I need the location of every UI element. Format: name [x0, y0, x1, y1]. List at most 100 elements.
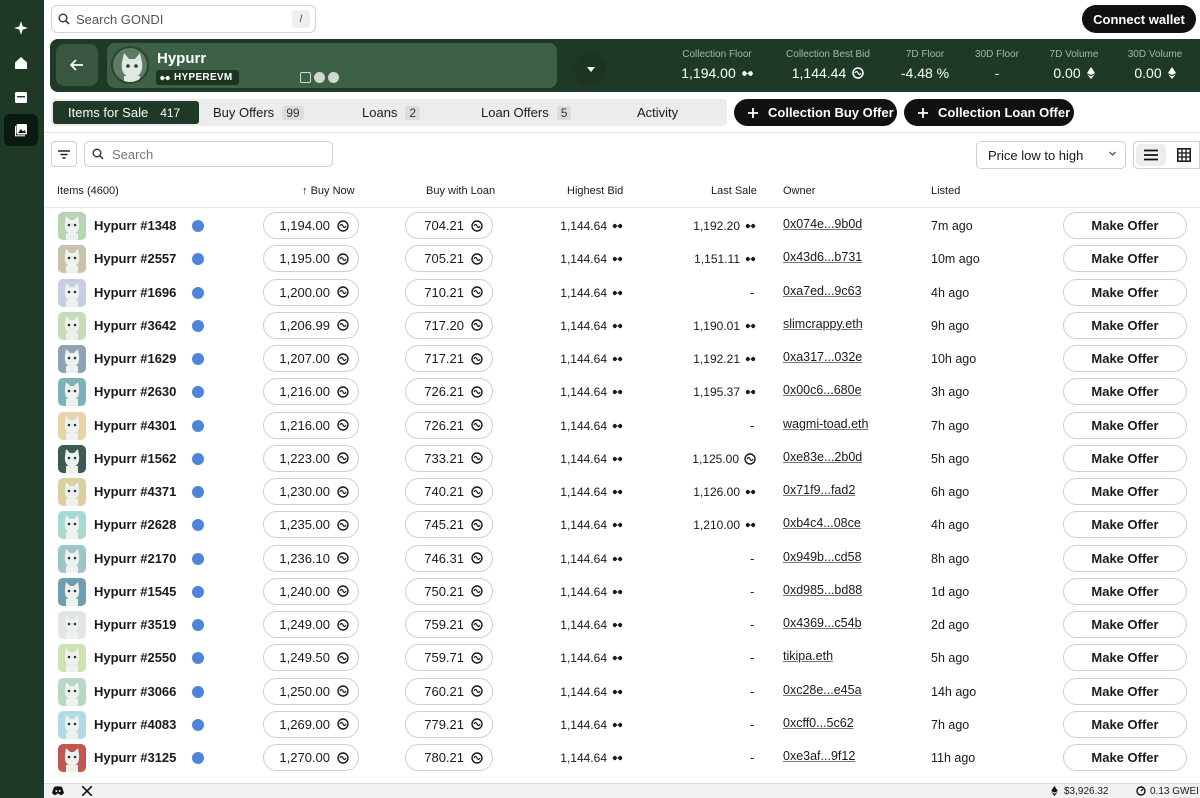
table-row[interactable]: Hypurr #3066 1,250.00 760.21 1,144.64 - 0xc28… — [44, 675, 1200, 708]
buy-now-button[interactable]: 1,206.99 — [263, 311, 359, 339]
buy-now-button[interactable]: 1,249.50 — [263, 644, 359, 672]
buy-with-loan-button[interactable]: 750.21 — [405, 577, 493, 605]
buy-now-button[interactable]: 1,195.00 — [263, 245, 359, 273]
make-offer-button[interactable]: Make Offer — [1063, 278, 1187, 306]
item-name[interactable]: Hypurr #3125 — [94, 750, 176, 765]
items-search-input[interactable] — [112, 146, 312, 162]
table-row[interactable]: Hypurr #3125 1,270.00 780.21 1,144.64 - 0xe3a… — [44, 741, 1200, 774]
make-offer-button[interactable]: Make Offer — [1063, 511, 1187, 539]
filter-button[interactable] — [51, 141, 77, 167]
buy-now-button[interactable]: 1,236.10 — [263, 544, 359, 572]
header-items[interactable]: Items (4600) — [57, 185, 119, 197]
table-row[interactable]: Hypurr #1348 1,194.00 704.21 1,144.64 1,192.… — [44, 209, 1200, 242]
header-buy-now[interactable]: ↑ Buy Now — [302, 185, 355, 197]
item-thumbnail[interactable] — [58, 212, 86, 240]
item-thumbnail[interactable] — [58, 278, 86, 307]
copy-icon[interactable] — [300, 72, 311, 83]
item-name[interactable]: Hypurr #4301 — [94, 418, 176, 433]
table-row[interactable]: Hypurr #3642 1,206.99 717.20 1,144.64 1,190.… — [44, 309, 1200, 342]
tab-items-for-sale[interactable]: Items for Sale 417 — [53, 101, 200, 124]
item-name[interactable]: Hypurr #2630 — [94, 384, 176, 399]
collection-dropdown-button[interactable] — [574, 53, 607, 86]
make-offer-button[interactable]: Make Offer — [1063, 411, 1187, 439]
item-thumbnail[interactable] — [58, 311, 86, 340]
store-icon[interactable] — [4, 81, 38, 113]
owner-link[interactable]: 0x074e...9b0d — [783, 217, 862, 231]
make-offer-button[interactable]: Make Offer — [1063, 611, 1187, 638]
item-name[interactable]: Hypurr #2557 — [94, 251, 176, 266]
buy-with-loan-button[interactable]: 780.21 — [405, 744, 493, 771]
buy-now-button[interactable]: 1,235.00 — [263, 511, 359, 539]
buy-with-loan-button[interactable]: 779.21 — [405, 710, 493, 738]
item-thumbnail[interactable] — [58, 411, 86, 440]
make-offer-button[interactable]: Make Offer — [1063, 212, 1187, 239]
buy-with-loan-button[interactable]: 759.71 — [405, 644, 493, 672]
buy-now-button[interactable]: 1,269.00 — [263, 710, 359, 738]
buy-with-loan-button[interactable]: 746.31 — [405, 544, 493, 572]
sparkle-icon[interactable] — [4, 12, 38, 44]
buy-now-button[interactable]: 1,223.00 — [263, 444, 359, 472]
owner-link[interactable]: tikipa.eth — [783, 649, 833, 663]
item-name[interactable]: Hypurr #1629 — [94, 351, 176, 366]
owner-link[interactable]: 0x00c6...680e — [783, 383, 862, 397]
owner-link[interactable]: 0xa7ed...9c63 — [783, 284, 862, 298]
table-row[interactable]: Hypurr #1562 1,223.00 733.21 1,144.64 1,125.… — [44, 442, 1200, 475]
owner-link[interactable]: 0x4369...c54b — [783, 616, 862, 630]
make-offer-button[interactable]: Make Offer — [1063, 744, 1187, 771]
make-offer-button[interactable]: Make Offer — [1063, 478, 1187, 505]
buy-now-button[interactable]: 1,194.00 — [263, 212, 359, 239]
header-buy-with-loan[interactable]: Buy with Loan — [426, 185, 495, 197]
header-highest-bid[interactable]: Highest Bid — [567, 185, 623, 197]
item-name[interactable]: Hypurr #2170 — [94, 551, 176, 566]
make-offer-button[interactable]: Make Offer — [1063, 710, 1187, 738]
collection-buy-offer-button[interactable]: Collection Buy Offer — [734, 99, 897, 126]
grid-view-icon[interactable] — [1169, 144, 1199, 166]
item-thumbnail[interactable] — [58, 644, 86, 673]
table-row[interactable]: Hypurr #2630 1,216.00 726.21 1,144.64 1,195.… — [44, 375, 1200, 408]
table-row[interactable]: Hypurr #2170 1,236.10 746.31 1,144.64 - 0x949… — [44, 542, 1200, 575]
item-thumbnail[interactable] — [58, 577, 86, 606]
make-offer-button[interactable]: Make Offer — [1063, 577, 1187, 605]
buy-with-loan-button[interactable]: 704.21 — [405, 212, 493, 239]
buy-now-button[interactable]: 1,250.00 — [263, 677, 359, 705]
item-name[interactable]: Hypurr #1545 — [94, 584, 176, 599]
table-row[interactable]: Hypurr #4301 1,216.00 726.21 1,144.64 - wagmi… — [44, 409, 1200, 442]
item-name[interactable]: Hypurr #3066 — [94, 684, 176, 699]
collection-selector[interactable]: Hypurr HYPEREVM — [107, 43, 607, 88]
make-offer-button[interactable]: Make Offer — [1063, 345, 1187, 372]
globe-icon[interactable] — [314, 72, 325, 83]
buy-now-button[interactable]: 1,216.00 — [263, 411, 359, 439]
item-name[interactable]: Hypurr #3519 — [94, 617, 176, 632]
item-thumbnail[interactable] — [58, 444, 86, 473]
table-row[interactable]: Hypurr #1629 1,207.00 717.21 1,144.64 1,192.… — [44, 342, 1200, 375]
buy-now-button[interactable]: 1,240.00 — [263, 577, 359, 605]
item-thumbnail[interactable] — [58, 611, 86, 639]
x-twitter-icon[interactable] — [82, 786, 92, 796]
owner-link[interactable]: 0xcff0...5c62 — [783, 716, 854, 730]
item-thumbnail[interactable] — [58, 478, 86, 506]
global-search-box[interactable]: Search GONDI / — [51, 5, 316, 33]
table-row[interactable]: Hypurr #4083 1,269.00 779.21 1,144.64 - 0xcff… — [44, 708, 1200, 741]
make-offer-button[interactable]: Make Offer — [1063, 644, 1187, 672]
make-offer-button[interactable]: Make Offer — [1063, 677, 1187, 705]
buy-now-button[interactable]: 1,200.00 — [263, 278, 359, 306]
discord-icon[interactable] — [52, 786, 64, 796]
owner-link[interactable]: 0xb4c4...08ce — [783, 516, 861, 530]
buy-with-loan-button[interactable]: 733.21 — [405, 444, 493, 472]
list-view-icon[interactable] — [1136, 144, 1166, 166]
item-name[interactable]: Hypurr #1562 — [94, 451, 176, 466]
owner-link[interactable]: 0xe3af...9f12 — [783, 749, 855, 763]
item-name[interactable]: Hypurr #3642 — [94, 318, 176, 333]
buy-now-button[interactable]: 1,207.00 — [263, 345, 359, 372]
item-thumbnail[interactable] — [58, 245, 86, 274]
item-name[interactable]: Hypurr #4083 — [94, 717, 176, 732]
explorer-icon[interactable] — [328, 72, 339, 83]
make-offer-button[interactable]: Make Offer — [1063, 544, 1187, 572]
tab-buy-offers[interactable]: Buy Offers 99 — [198, 101, 319, 124]
home-icon[interactable] — [4, 47, 38, 79]
owner-link[interactable]: 0xa317...032e — [783, 350, 862, 364]
item-thumbnail[interactable] — [58, 345, 86, 373]
item-thumbnail[interactable] — [58, 378, 86, 407]
item-thumbnail[interactable] — [58, 677, 86, 706]
gallery-icon[interactable] — [4, 114, 38, 146]
